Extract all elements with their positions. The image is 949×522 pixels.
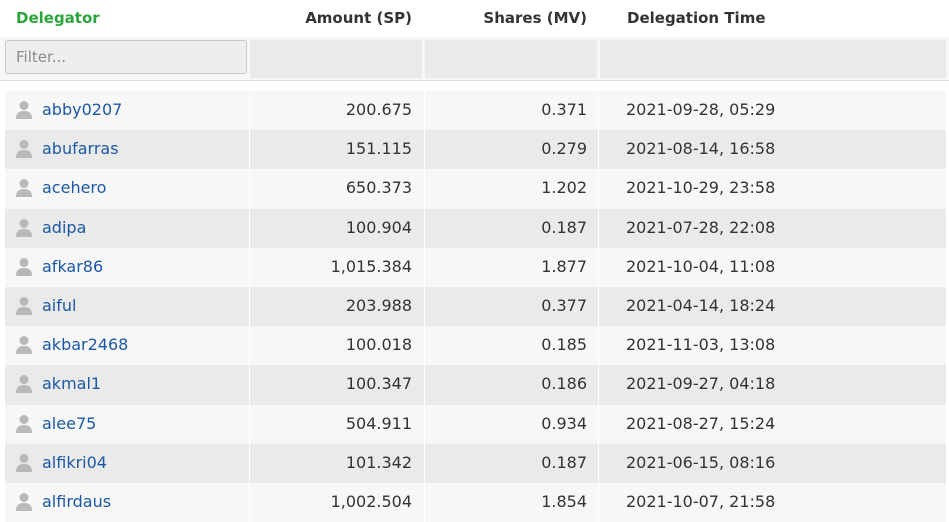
amount-value: 100.347 [345, 374, 412, 394]
amount-value: 200.675 [345, 100, 412, 119]
user-avatar-icon [15, 492, 33, 511]
table-header: Delegator Amount (SP) Shares (MV) Delega… [0, 0, 949, 38]
table-row: akmal1 100.347 0.186 2021-09-27, 04:18 [5, 365, 946, 405]
shares-value: 1.854 [541, 491, 587, 511]
amount-value: 650.373 [345, 178, 412, 198]
amount-value: 1,015.384 [330, 256, 412, 276]
delegation-time-column-header[interactable]: Delegation Time [627, 9, 766, 27]
user-avatar-icon [15, 296, 33, 315]
delegation-time-value: 2021-09-27, 04:18 [626, 374, 776, 394]
shares-filter-cell [425, 40, 597, 78]
delegation-time-value: 2021-10-07, 21:58 [626, 491, 776, 511]
shares-value: 1.877 [541, 256, 587, 276]
table-row: alfikri04 101.342 0.187 2021-06-15, 08:1… [5, 443, 946, 483]
shares-value: 0.371 [541, 100, 587, 119]
user-avatar-icon [15, 139, 33, 159]
shares-value: 1.202 [541, 178, 587, 198]
delegator-filter-input[interactable] [5, 40, 247, 74]
delegator-link[interactable]: alee75 [42, 414, 96, 433]
delegator-link[interactable]: adipa [42, 218, 86, 237]
delegator-column-header[interactable]: Delegator [16, 9, 100, 27]
amount-value: 203.988 [345, 295, 412, 315]
amount-column-header[interactable]: Amount (SP) [305, 9, 412, 27]
delegator-link[interactable]: alfikri04 [42, 453, 107, 472]
user-avatar-icon [15, 414, 33, 433]
table-row: adipa 100.904 0.187 2021-07-28, 22:08 [5, 208, 946, 248]
time-filter-cell [600, 40, 946, 78]
delegation-time-value: 2021-06-15, 08:16 [626, 452, 776, 472]
user-avatar-icon [15, 178, 33, 198]
shares-value: 0.187 [541, 452, 587, 472]
table-row: aiful 203.988 0.377 2021-04-14, 18:24 [5, 286, 946, 327]
amount-value: 100.904 [345, 217, 412, 237]
delegation-time-value: 2021-10-04, 11:08 [626, 256, 776, 276]
delegator-link[interactable]: abufarras [42, 139, 119, 158]
delegation-time-value: 2021-07-28, 22:08 [626, 217, 776, 237]
amount-filter-cell [250, 40, 422, 78]
amount-value: 151.115 [345, 139, 412, 159]
user-avatar-icon [15, 453, 33, 472]
user-avatar-icon [15, 374, 33, 394]
shares-column-header[interactable]: Shares (MV) [483, 9, 587, 27]
table-row: akbar2468 100.018 0.185 2021-11-03, 13:0… [5, 326, 946, 366]
shares-value: 0.279 [541, 139, 587, 159]
table-row: afkar86 1,015.384 1.877 2021-10-04, 11:0… [5, 247, 946, 287]
delegator-link[interactable]: alfirdaus [42, 492, 111, 511]
shares-value: 0.377 [541, 295, 587, 315]
user-avatar-icon [15, 257, 33, 276]
delegator-link[interactable]: akmal1 [42, 374, 101, 393]
delegator-link[interactable]: aiful [42, 296, 76, 315]
amount-value: 504.911 [345, 413, 412, 433]
table-row: alee75 504.911 0.934 2021-08-27, 15:24 [5, 404, 946, 444]
delegation-time-value: 2021-08-14, 16:58 [626, 139, 776, 159]
user-avatar-icon [15, 335, 33, 355]
delegations-table: Delegator Amount (SP) Shares (MV) Delega… [0, 0, 949, 522]
delegation-time-value: 2021-11-03, 13:08 [626, 335, 776, 355]
table-body: abby0207 200.675 0.371 2021-09-28, 05:29… [5, 91, 946, 522]
table-row: alfirdaus 1,002.504 1.854 2021-10-07, 21… [5, 482, 946, 522]
shares-value: 0.934 [541, 413, 587, 433]
user-avatar-icon [15, 100, 33, 119]
table-row: acehero 650.373 1.202 2021-10-29, 23:58 [5, 169, 946, 209]
shares-value: 0.186 [541, 374, 587, 394]
amount-value: 101.342 [345, 452, 412, 472]
shares-value: 0.185 [541, 335, 587, 355]
delegation-time-value: 2021-10-29, 23:58 [626, 178, 776, 198]
delegation-time-value: 2021-08-27, 15:24 [626, 413, 776, 433]
delegation-time-value: 2021-04-14, 18:24 [626, 295, 776, 315]
delegator-link[interactable]: acehero [42, 178, 106, 197]
user-avatar-icon [15, 218, 33, 237]
shares-value: 0.187 [541, 217, 587, 237]
table-row: abufarras 151.115 0.279 2021-08-14, 16:5… [5, 130, 946, 170]
delegator-link[interactable]: akbar2468 [42, 335, 128, 354]
table-row: abby0207 200.675 0.371 2021-09-28, 05:29 [5, 91, 946, 131]
amount-value: 100.018 [345, 335, 412, 355]
delegation-time-value: 2021-09-28, 05:29 [626, 100, 776, 119]
delegator-link[interactable]: afkar86 [42, 257, 103, 276]
filter-row [0, 37, 949, 81]
amount-value: 1,002.504 [330, 491, 412, 511]
delegator-link[interactable]: abby0207 [42, 100, 122, 119]
